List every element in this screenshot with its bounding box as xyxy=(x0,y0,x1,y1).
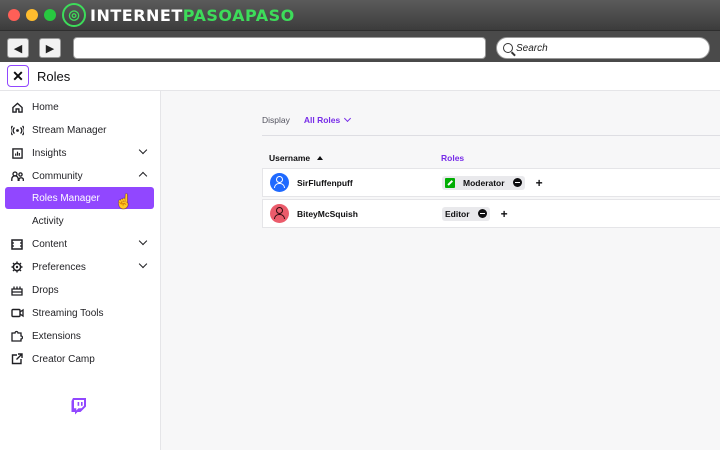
gear-icon xyxy=(10,260,24,274)
drops-icon xyxy=(10,283,24,297)
roles-column-header[interactable]: Roles xyxy=(441,153,464,163)
content-icon xyxy=(10,237,24,251)
sidebar-item-activity[interactable]: Activity xyxy=(5,210,154,232)
page-header: ✕ Roles xyxy=(0,62,720,91)
sidebar-item-label: Streaming Tools xyxy=(32,307,104,319)
sidebar-item-label: Preferences xyxy=(32,261,86,273)
sidebar-item-label: Home xyxy=(32,101,59,113)
display-filter: Display All Roles xyxy=(262,114,352,125)
brand-wordmark: INTERNETPASOAPASO xyxy=(90,5,295,25)
chevron-down-icon[interactable] xyxy=(138,259,148,269)
forward-button[interactable]: ▶ xyxy=(39,38,61,58)
brand-logo: ◎ INTERNETPASOAPASO xyxy=(62,3,295,27)
username: SirFluffenpuff xyxy=(297,177,353,188)
roles-filter-dropdown[interactable]: All Roles xyxy=(304,115,340,125)
arrow-left-icon: ◀ xyxy=(13,42,23,55)
column-label: Username xyxy=(269,153,311,163)
chevron-down-icon[interactable] xyxy=(344,114,352,123)
search-label: Search xyxy=(516,42,548,54)
sidebar-item-creator-camp[interactable]: Creator Camp xyxy=(5,348,154,370)
add-role-button[interactable]: + xyxy=(536,177,543,189)
hand-cursor-icon: ☝ xyxy=(115,193,133,209)
browser-titlebar: ◎ INTERNETPASOAPASO xyxy=(0,0,720,30)
chevron-down-icon[interactable] xyxy=(138,145,148,155)
username: BiteyMcSquish xyxy=(297,208,358,219)
table-row[interactable]: SirFluffenpuff Moderator + xyxy=(262,168,720,197)
sidebar-item-drops[interactable]: Drops xyxy=(5,279,154,301)
back-button[interactable]: ◀ xyxy=(7,38,29,58)
remove-role-icon[interactable] xyxy=(512,178,522,187)
camera-icon xyxy=(10,306,24,320)
community-icon xyxy=(10,169,24,183)
sidebar-item-streaming-tools[interactable]: Streaming Tools xyxy=(5,302,154,324)
table-row[interactable]: BiteyMcSquish Editor + xyxy=(262,199,720,228)
sidebar-item-label: Extensions xyxy=(32,330,81,342)
close-window-button[interactable] xyxy=(8,9,20,21)
role-badge-moderator: Moderator xyxy=(442,175,525,190)
role-label: Editor xyxy=(445,208,470,219)
sidebar-item-label: Stream Manager xyxy=(32,124,107,136)
sidebar-item-stream-manager[interactable]: Stream Manager xyxy=(5,119,154,141)
sidebar-item-label: Roles Manager xyxy=(32,192,100,204)
chevron-up-icon[interactable] xyxy=(138,171,148,181)
role-badge-editor: Editor xyxy=(442,206,490,221)
role-label: Moderator xyxy=(463,177,505,188)
sidebar-item-label: Activity xyxy=(32,215,64,227)
sidebar-item-label: Community xyxy=(32,170,83,182)
close-button[interactable]: ✕ xyxy=(7,65,29,87)
add-role-button[interactable]: + xyxy=(501,208,508,220)
page-title: Roles xyxy=(37,68,71,84)
sidebar-item-community[interactable]: Community xyxy=(5,165,154,187)
minimize-window-button[interactable] xyxy=(26,9,38,21)
maximize-window-button[interactable] xyxy=(44,9,56,21)
remove-role-icon[interactable] xyxy=(477,209,487,218)
sidebar-item-content[interactable]: Content xyxy=(5,233,154,255)
sort-ascending-icon xyxy=(317,156,324,160)
brand-logo-icon: ◎ xyxy=(62,3,86,27)
search-icon xyxy=(503,43,513,53)
sidebar-item-insights[interactable]: Insights xyxy=(5,142,154,164)
sidebar-item-label: Insights xyxy=(32,147,67,159)
avatar xyxy=(270,204,289,223)
sidebar-item-label: Content xyxy=(32,238,68,250)
chevron-down-icon[interactable] xyxy=(138,236,148,246)
arrow-right-icon: ▶ xyxy=(45,42,55,55)
close-icon: ✕ xyxy=(12,67,24,84)
address-bar[interactable] xyxy=(73,37,486,59)
sidebar-item-label: Creator Camp xyxy=(32,353,95,365)
browser-navbar: ◀ ▶ Search xyxy=(0,30,720,62)
sidebar-item-label: Drops xyxy=(32,284,59,296)
search-input[interactable]: Search xyxy=(496,37,710,59)
insights-icon xyxy=(10,146,24,160)
broadcast-icon xyxy=(10,123,24,137)
puzzle-icon xyxy=(10,329,24,343)
avatar xyxy=(270,173,289,192)
username-column-header[interactable]: Username xyxy=(269,153,324,163)
sidebar-item-home[interactable]: Home xyxy=(5,96,154,118)
moderator-sword-icon xyxy=(445,177,455,188)
home-icon xyxy=(10,100,24,114)
sidebar-item-extensions[interactable]: Extensions xyxy=(5,325,154,347)
roles-panel: Display All Roles Username Roles SirFluf… xyxy=(162,91,720,450)
sidebar: Home Stream Manager Insights Community R… xyxy=(0,91,161,450)
divider xyxy=(262,135,720,136)
sidebar-item-preferences[interactable]: Preferences xyxy=(5,256,154,278)
twitch-logo-icon[interactable] xyxy=(70,397,88,415)
external-link-icon xyxy=(10,352,24,366)
display-label: Display xyxy=(262,115,290,125)
